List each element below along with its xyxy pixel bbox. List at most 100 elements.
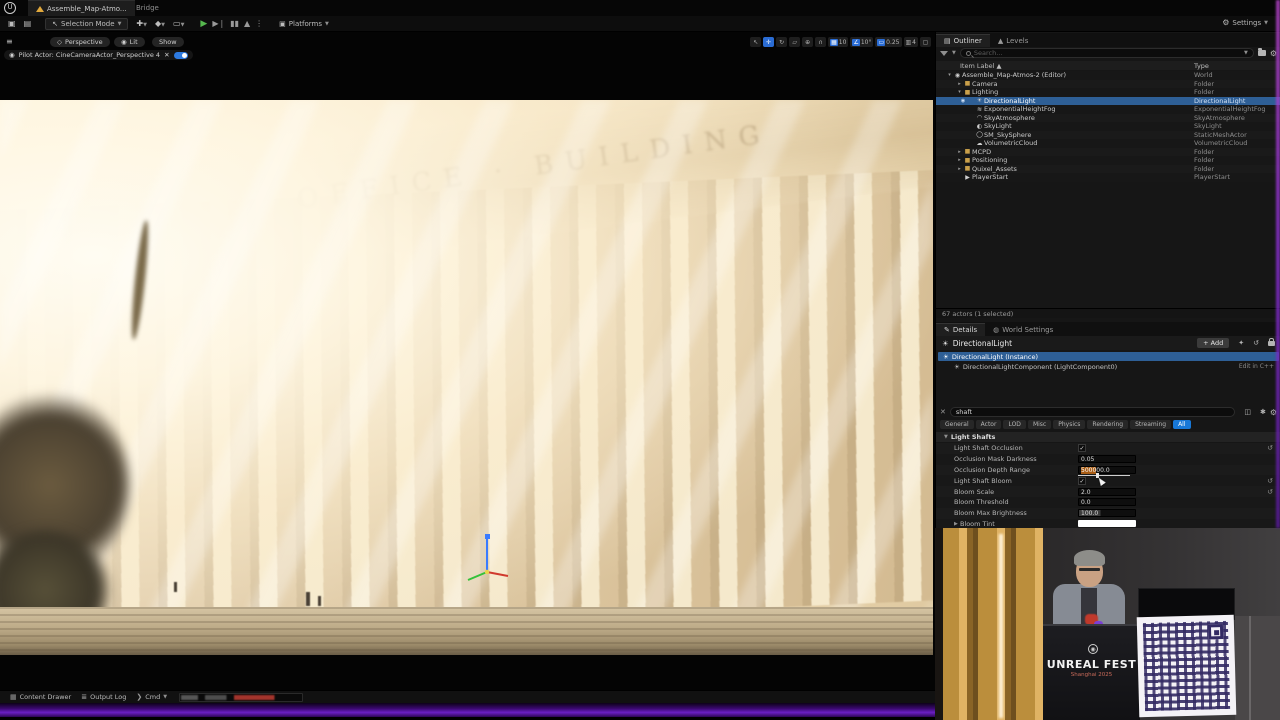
platforms-dropdown[interactable]: ▣ Platforms ▼ bbox=[279, 20, 329, 28]
blueprints-icon[interactable]: ◆▼ bbox=[155, 19, 165, 28]
save-icon[interactable]: ▣ bbox=[8, 19, 16, 28]
view-mode-dropdown[interactable]: ◉ Lit bbox=[114, 37, 145, 47]
tab-levels[interactable]: ▲ Levels bbox=[990, 34, 1037, 47]
output-log-button[interactable]: ≣ Output Log bbox=[81, 693, 126, 701]
browse-icon[interactable]: ✦ bbox=[1238, 339, 1244, 347]
component-row-instance[interactable]: ☀ DirectionalLight (Instance) bbox=[938, 352, 1279, 361]
expander-icon[interactable]: ▸ bbox=[956, 166, 963, 172]
expander-icon[interactable]: ▸ bbox=[956, 81, 963, 87]
number-field[interactable]: 500000.0 bbox=[1078, 466, 1136, 474]
slider-track[interactable] bbox=[1078, 475, 1130, 476]
outliner-row[interactable]: ▶ PlayerStart PlayerStart bbox=[936, 173, 1280, 182]
pilot-toggle[interactable] bbox=[174, 52, 188, 59]
color-swatch[interactable] bbox=[1078, 520, 1136, 527]
asset-tab-map[interactable]: Assemble_Map-Atmo... bbox=[28, 0, 135, 16]
asset-tab-bridge[interactable]: Bridge bbox=[128, 0, 167, 16]
transform-gizmo[interactable] bbox=[458, 530, 518, 590]
filter-chip[interactable]: Misc bbox=[1028, 420, 1051, 429]
outliner-row[interactable]: ▾ ■ Lighting Folder bbox=[936, 88, 1280, 97]
outliner-row[interactable]: ▸ ■ MCPD Folder bbox=[936, 148, 1280, 157]
outliner-search-input[interactable]: ▼ bbox=[960, 48, 1254, 58]
perspective-dropdown[interactable]: ◇ Perspective bbox=[50, 37, 110, 47]
content-browser-icon[interactable]: ▤ bbox=[24, 19, 32, 28]
expander-icon[interactable]: ▾ bbox=[956, 89, 963, 95]
tab-details[interactable]: ✎ Details bbox=[936, 323, 985, 336]
show-dropdown[interactable]: Show bbox=[152, 37, 184, 47]
selection-mode-dropdown[interactable]: ↖ Selection Mode ▼ bbox=[45, 18, 128, 30]
select-tool-icon[interactable]: ↖ bbox=[750, 37, 761, 47]
unreal-logo-icon[interactable]: U bbox=[4, 2, 16, 14]
outliner-column-header[interactable]: Item Label ▲ Type bbox=[936, 61, 1280, 70]
outliner-row[interactable]: ◯ SM_SkySphere StaticMeshActor bbox=[936, 131, 1280, 140]
reset-to-default-icon[interactable]: ↺ bbox=[1267, 477, 1273, 485]
details-search-input[interactable] bbox=[950, 407, 1235, 417]
play-button[interactable]: ▶ bbox=[200, 19, 207, 29]
lock-icon[interactable] bbox=[1268, 341, 1275, 346]
outliner-row[interactable]: ≋ ExponentialHeightFog ExponentialHeight… bbox=[936, 105, 1280, 114]
favorites-icon[interactable]: ✱ bbox=[1260, 408, 1266, 416]
slider-field[interactable]: 100.0 bbox=[1078, 509, 1136, 517]
filter-chip[interactable]: Physics bbox=[1053, 420, 1085, 429]
outliner-row[interactable]: ◉ ☀ DirectionalLight DirectionalLight bbox=[936, 97, 1280, 106]
filter-funnel-icon[interactable] bbox=[940, 51, 948, 56]
frame-skip-button[interactable]: ▶❘ bbox=[212, 19, 225, 28]
rotation-snap-toggle[interactable]: ∠ 10° bbox=[850, 37, 873, 47]
light-shafts-section-header[interactable]: ▼ Light Shafts bbox=[936, 432, 1280, 442]
rotate-tool-icon[interactable]: ↻ bbox=[776, 37, 787, 47]
world-local-toggle-icon[interactable]: ⊕ bbox=[802, 37, 813, 47]
stop-piloting-icon[interactable]: ✕ bbox=[164, 51, 169, 59]
scale-snap-toggle[interactable]: ▭ 0.25 bbox=[875, 37, 901, 47]
expander-icon[interactable]: ▾ bbox=[946, 72, 953, 78]
maximize-viewport-icon[interactable]: ▢ bbox=[920, 37, 931, 47]
outliner-row[interactable]: ▾ ◉ Assemble_Map-Atmos-2 (Editor) World bbox=[936, 71, 1280, 80]
filter-chip[interactable]: LOD bbox=[1003, 420, 1025, 429]
checkbox[interactable]: ✓ bbox=[1078, 444, 1086, 452]
camera-speed-control[interactable]: ▥ 4 bbox=[904, 37, 919, 47]
copy-icon[interactable]: ◫ bbox=[1244, 408, 1251, 416]
filter-chip[interactable]: Actor bbox=[976, 420, 1002, 429]
chevron-right-icon[interactable]: ▶ bbox=[954, 521, 958, 527]
add-component-button[interactable]: + Add bbox=[1197, 338, 1229, 348]
scale-tool-icon[interactable]: ▱ bbox=[789, 37, 800, 47]
number-field[interactable]: 0.0 bbox=[1078, 498, 1136, 506]
console-input[interactable] bbox=[179, 693, 303, 702]
filter-chip[interactable]: Rendering bbox=[1087, 420, 1128, 429]
cycle-icon[interactable]: ↺ bbox=[1253, 339, 1259, 347]
reset-to-default-icon[interactable]: ↺ bbox=[1267, 444, 1273, 452]
new-folder-icon[interactable] bbox=[1258, 50, 1266, 56]
outliner-row[interactable]: ▸ ■ Positioning Folder bbox=[936, 156, 1280, 165]
outliner-row[interactable]: ◐ SkyLight SkyLight bbox=[936, 122, 1280, 131]
add-actor-icon[interactable]: ✚▼ bbox=[136, 19, 147, 28]
number-field[interactable]: 0.05 bbox=[1078, 455, 1136, 463]
cmd-dropdown[interactable]: ❯ Cmd ▼ bbox=[136, 693, 167, 701]
edit-in-cpp-link[interactable]: Edit in C++ bbox=[1239, 363, 1274, 370]
surface-snap-icon[interactable]: ∩ bbox=[815, 37, 826, 47]
eject-button[interactable]: ▲ bbox=[244, 19, 250, 28]
tab-outliner[interactable]: ▤ Outliner bbox=[936, 34, 990, 47]
reset-to-default-icon[interactable]: ↺ bbox=[1267, 488, 1273, 496]
filter-chip[interactable]: General bbox=[940, 420, 974, 429]
move-tool-icon[interactable]: ✛ bbox=[763, 37, 774, 47]
outliner-row[interactable]: ▸ ■ Quixel_Assets Folder bbox=[936, 165, 1280, 174]
checkbox[interactable]: ✓ bbox=[1078, 477, 1086, 485]
number-field[interactable]: 2.0 bbox=[1078, 488, 1136, 496]
component-row-lightcomponent[interactable]: ☀ DirectionalLightComponent (LightCompon… bbox=[938, 362, 1279, 371]
cinematics-icon[interactable]: ▭▼ bbox=[173, 19, 184, 28]
filter-chip[interactable]: All bbox=[1173, 420, 1190, 429]
expander-icon[interactable]: ▸ bbox=[956, 149, 963, 155]
filter-chip[interactable]: Streaming bbox=[1130, 420, 1171, 429]
clear-search-icon[interactable]: ✕ bbox=[940, 408, 946, 416]
expander-icon[interactable]: ▸ bbox=[956, 157, 963, 163]
outliner-row[interactable]: ☁ VolumetricCloud VolumetricCloud bbox=[936, 139, 1280, 148]
outliner-row[interactable]: ▸ ■ Camera Folder bbox=[936, 80, 1280, 89]
level-viewport[interactable]: OFFICE · BUILDING ≡ ◇ Perspective ◉ Lit … bbox=[0, 32, 935, 690]
outliner-row[interactable]: ◠ SkyAtmosphere SkyAtmosphere bbox=[936, 114, 1280, 123]
tab-world-settings[interactable]: ◍ World Settings bbox=[985, 323, 1061, 336]
pause-button[interactable]: ▮▮ bbox=[230, 19, 239, 28]
grid-snap-toggle[interactable]: ▦ 10 bbox=[828, 37, 848, 47]
content-drawer-button[interactable]: ▦ Content Drawer bbox=[10, 693, 71, 701]
visibility-eye-icon[interactable]: ◉ bbox=[958, 98, 968, 104]
settings-dropdown[interactable]: ⚙ Settings ▼ bbox=[1222, 18, 1268, 27]
play-options-kebab-icon[interactable]: ⋮ bbox=[255, 19, 263, 28]
viewport-options-icon[interactable]: ≡ bbox=[6, 37, 13, 46]
